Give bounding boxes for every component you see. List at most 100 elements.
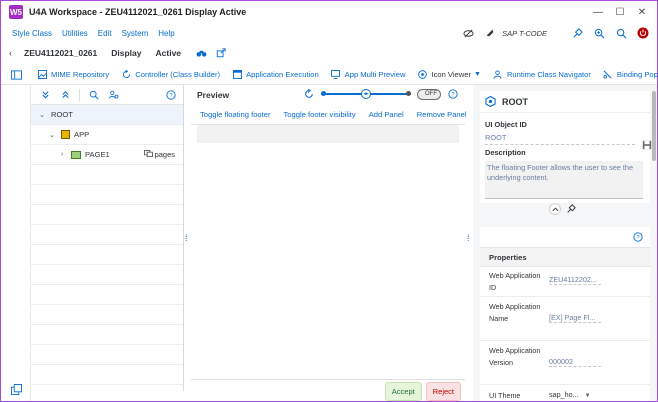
monitor-icon bbox=[330, 69, 342, 81]
chevron-down-icon[interactable]: ⌄ bbox=[37, 111, 47, 119]
right-splitter-handle[interactable]: ⁞ bbox=[467, 234, 471, 243]
help-icon[interactable]: ? bbox=[165, 89, 177, 101]
chevron-down-icon[interactable]: ⌄ bbox=[47, 131, 57, 139]
tree-empty-row bbox=[31, 285, 183, 305]
panel-arrows bbox=[549, 203, 577, 215]
toggle-label: OFF bbox=[425, 91, 437, 97]
ui5-object-icon bbox=[484, 96, 496, 108]
maximize-button[interactable]: ☐ bbox=[609, 7, 631, 18]
tree-node-root[interactable]: ⌄ ROOT bbox=[31, 105, 183, 125]
image-icon bbox=[36, 69, 48, 81]
runtime-class-navigator-button[interactable]: Runtime Class Navigator bbox=[492, 69, 591, 81]
icon-viewer-button[interactable]: Icon Viewer ▼ bbox=[416, 69, 481, 81]
collapse-all-icon[interactable] bbox=[59, 89, 71, 101]
layout-toggle-icon[interactable] bbox=[11, 69, 22, 81]
menu-system[interactable]: System bbox=[122, 29, 149, 38]
menu-right-tools: SAP T-CODE bbox=[462, 23, 649, 43]
tree-empty-row bbox=[31, 305, 183, 325]
tree-empty-row bbox=[31, 225, 183, 245]
controller-label: Controller (Class Builder) bbox=[135, 70, 221, 79]
chevron-down-icon: ▼ bbox=[584, 393, 591, 399]
slider-knob[interactable]: ◂▸ bbox=[361, 89, 371, 99]
preview-footer: Accept Reject bbox=[191, 379, 465, 401]
tree-node-page1[interactable]: › PAGE1 pages bbox=[31, 145, 183, 165]
menu-style-class[interactable]: Style Class bbox=[12, 29, 52, 38]
collapse-up-icon[interactable] bbox=[549, 203, 561, 215]
property-label: Web Application ID bbox=[489, 271, 541, 292]
chevron-right-icon[interactable]: › bbox=[57, 151, 67, 158]
copy-window-icon[interactable] bbox=[10, 383, 22, 395]
tcode-icon[interactable] bbox=[484, 27, 496, 39]
theme-select[interactable]: sap_ho... ▼ bbox=[549, 390, 601, 399]
add-panel-button[interactable]: Add Panel bbox=[369, 110, 404, 119]
share-icon[interactable] bbox=[215, 47, 227, 59]
toggle-floating-footer-button[interactable]: Toggle floating footer bbox=[200, 110, 271, 119]
window-controls: — ☐ ✕ bbox=[587, 1, 653, 23]
refresh-icon[interactable] bbox=[303, 88, 315, 100]
visibility-off-icon[interactable] bbox=[462, 27, 474, 39]
ui-object-id-label: UI Object ID bbox=[485, 120, 527, 129]
icon-viewer-label: Icon Viewer bbox=[431, 70, 471, 79]
tcode-label[interactable]: SAP T-CODE bbox=[502, 29, 547, 38]
property-value[interactable]: ZEU4112202... bbox=[549, 275, 601, 285]
tree-empty-row bbox=[31, 205, 183, 225]
close-button[interactable]: ✕ bbox=[631, 7, 653, 18]
help-icon[interactable]: ? bbox=[632, 231, 644, 243]
binoculars-icon[interactable] bbox=[195, 47, 207, 59]
remove-panel-button[interactable]: Remove Panel bbox=[417, 110, 467, 119]
save-icon[interactable] bbox=[641, 139, 653, 151]
app-window: W5 U4A Workspace - ZEU4112021_0261 Displ… bbox=[0, 0, 658, 402]
mode-label: Display bbox=[111, 48, 142, 58]
app-multi-preview-label: App Multi Preview bbox=[344, 70, 406, 79]
zoom-in-icon[interactable] bbox=[593, 27, 605, 39]
minimize-button[interactable]: — bbox=[587, 7, 609, 18]
back-button[interactable]: ‹ bbox=[9, 48, 12, 58]
tree-toolbar: ? bbox=[31, 85, 183, 105]
zoom-slider[interactable]: ◂▸ bbox=[321, 88, 411, 100]
link-icon bbox=[602, 69, 614, 81]
binding-popup-button[interactable]: Binding Popup bbox=[602, 69, 657, 81]
theme-select-value: sap_ho... bbox=[549, 390, 579, 399]
property-row: UI Theme sap_ho... ▼ bbox=[480, 385, 650, 401]
property-value[interactable]: [EX] Page Fl... bbox=[549, 313, 601, 323]
power-icon[interactable] bbox=[637, 27, 649, 39]
search-icon[interactable] bbox=[88, 89, 100, 101]
left-splitter-handle[interactable]: ⁞ bbox=[185, 234, 189, 243]
app-execution-button[interactable]: Application Execution bbox=[231, 69, 319, 81]
window-title: U4A Workspace - ZEU4112021_0261 Display … bbox=[29, 7, 247, 17]
property-value[interactable]: 000002 bbox=[549, 357, 601, 367]
tree-empty-row bbox=[31, 265, 183, 285]
mime-repository-button[interactable]: MIME Repository bbox=[36, 69, 109, 81]
ui-object-id-field[interactable]: ROOT bbox=[485, 133, 635, 145]
property-label: Web Application Name bbox=[489, 302, 541, 323]
controller-button[interactable]: Controller (Class Builder) bbox=[120, 69, 220, 81]
find-person-icon[interactable] bbox=[108, 89, 120, 101]
mime-repository-label: MIME Repository bbox=[51, 70, 110, 79]
tree-empty-row bbox=[31, 165, 183, 185]
menu-edit[interactable]: Edit bbox=[98, 29, 112, 38]
tree-node-app[interactable]: ⌄ APP bbox=[31, 125, 183, 145]
app-window-icon bbox=[231, 69, 243, 81]
pin-icon[interactable] bbox=[571, 27, 583, 39]
toggle-footer-visibility-button[interactable]: Toggle footer visibility bbox=[284, 110, 356, 119]
menu-help[interactable]: Help bbox=[158, 29, 174, 38]
tree-node-label: APP bbox=[74, 130, 90, 139]
app-execution-label: Application Execution bbox=[246, 70, 319, 79]
accept-button[interactable]: Accept bbox=[384, 382, 422, 401]
expand-all-icon[interactable] bbox=[39, 89, 51, 101]
help-icon[interactable]: ? bbox=[447, 88, 459, 100]
menu-utilities[interactable]: Utilities bbox=[62, 29, 88, 38]
preview-toggle[interactable]: OFF bbox=[417, 88, 441, 100]
preview-content-area bbox=[197, 125, 459, 143]
property-label: UI Theme bbox=[489, 391, 521, 400]
reject-button[interactable]: Reject bbox=[425, 382, 461, 401]
properties-title: Properties bbox=[480, 247, 650, 267]
menu-bar: Style Class Utilities Edit System Help S… bbox=[1, 23, 657, 43]
pin-icon[interactable] bbox=[565, 203, 577, 215]
description-field[interactable]: The floating Footer allows the user to s… bbox=[485, 161, 643, 199]
properties-card: ? Properties Web Application ID ZEU41122… bbox=[480, 227, 650, 401]
app-multi-preview-button[interactable]: App Multi Preview bbox=[330, 69, 406, 81]
aggregation-tag: pages bbox=[143, 150, 175, 159]
chevron-down-icon: ▼ bbox=[474, 71, 481, 78]
search-icon[interactable] bbox=[615, 27, 627, 39]
